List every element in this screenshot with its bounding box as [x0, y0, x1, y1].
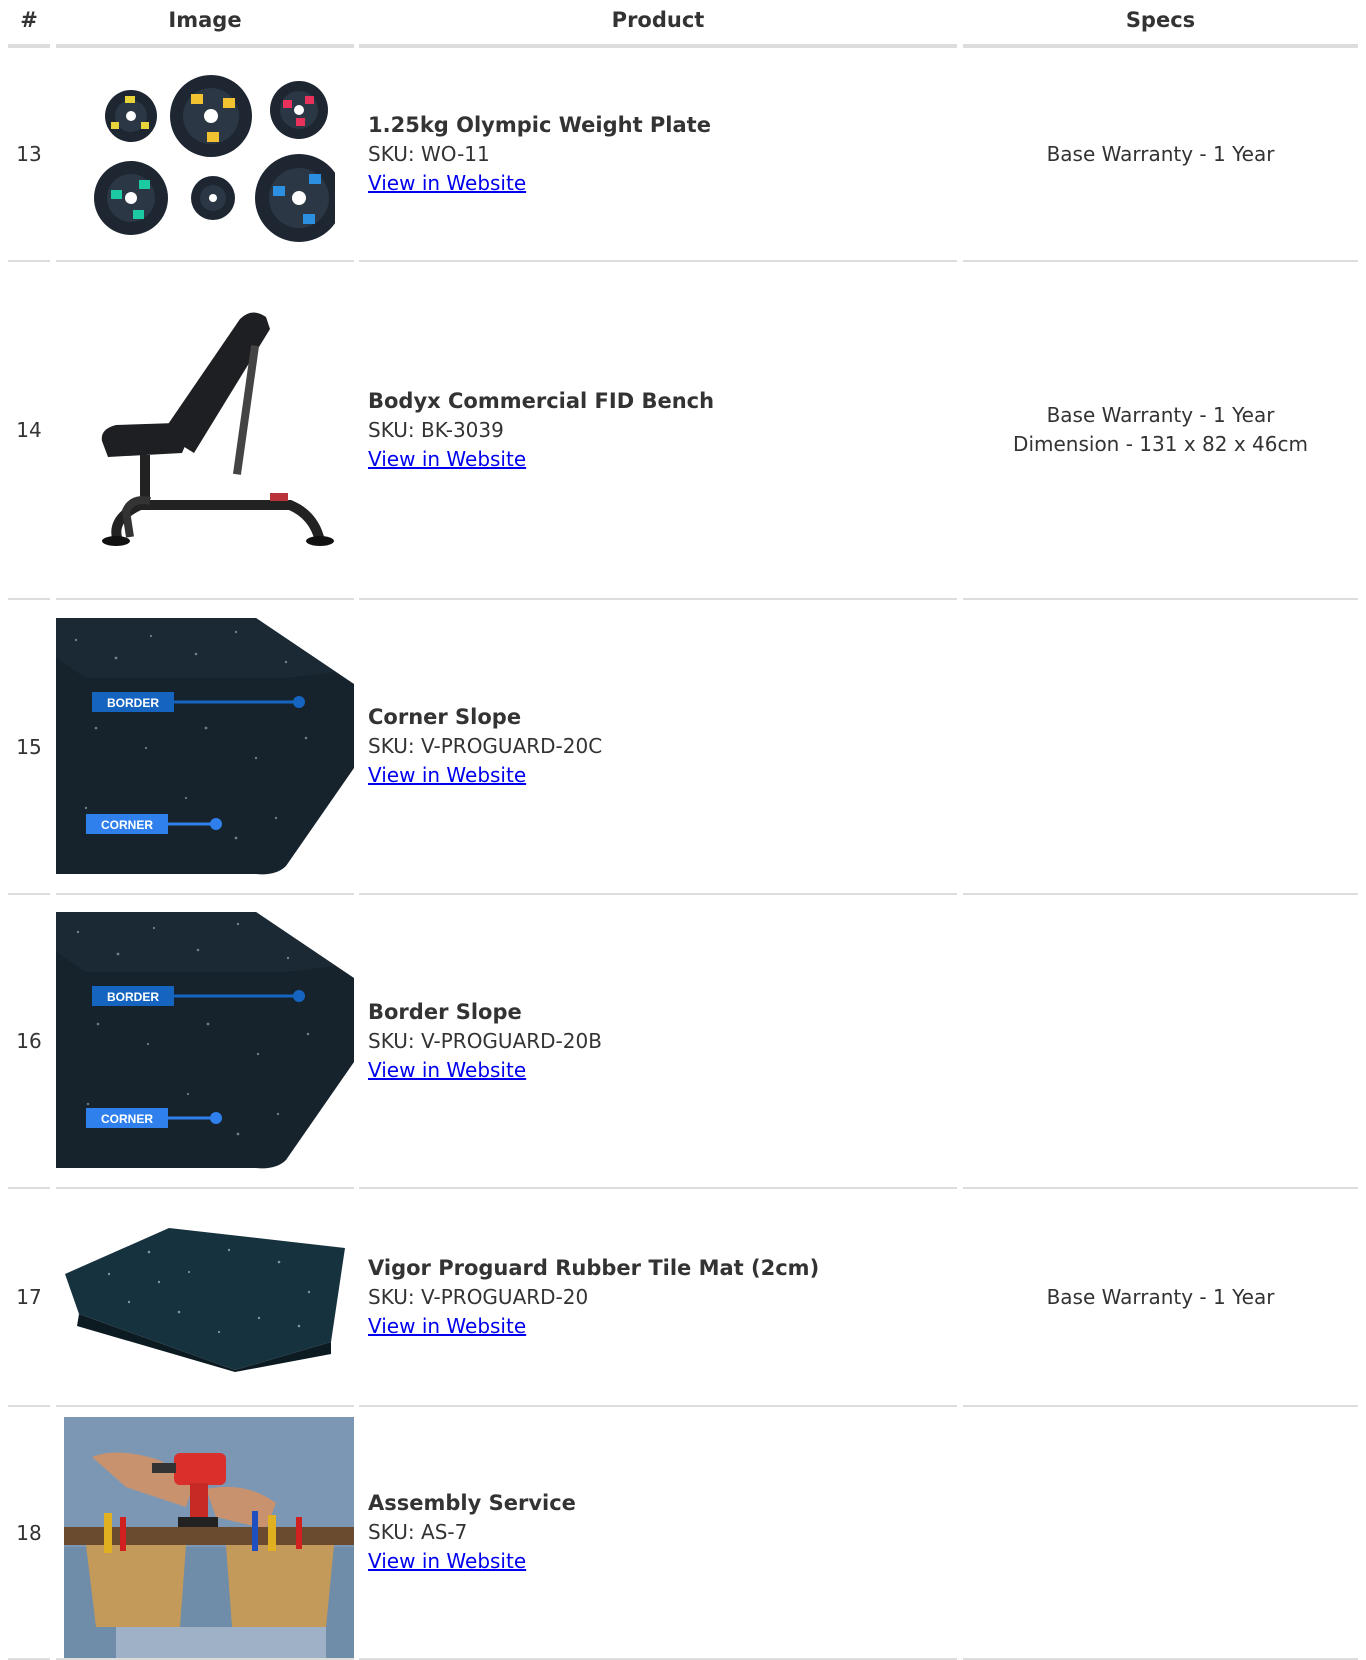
product-sku: SKU: V-PROGUARD-20C [368, 734, 603, 758]
view-in-website-link[interactable]: View in Website [368, 1058, 526, 1082]
product-name: Bodyx Commercial FID Bench [368, 388, 715, 413]
border-slope-image: BORDER CORNER [56, 912, 354, 1169]
row-number: 17 [8, 1189, 50, 1407]
corner-label: CORNER [101, 818, 153, 832]
table-row: 17 Vigor Proguard Rubber Tile Mat (2cm) … [8, 1189, 1358, 1407]
product-specs [963, 895, 1358, 1189]
row-number: 15 [8, 600, 50, 895]
product-info: Vigor Proguard Rubber Tile Mat (2cm) SKU… [359, 1189, 957, 1407]
view-in-website-link[interactable]: View in Website [368, 763, 526, 787]
border-label: BORDER [107, 990, 159, 1004]
corner-label: CORNER [101, 1112, 153, 1126]
weight-plates-image [94, 75, 335, 242]
product-name: 1.25kg Olympic Weight Plate [368, 112, 711, 137]
row-number: 18 [8, 1407, 50, 1660]
product-info: 1.25kg Olympic Weight Plate SKU: WO-11 V… [359, 48, 957, 262]
product-name: Corner Slope [368, 705, 522, 729]
product-sku: SKU: V-PROGUARD-20 [368, 1284, 589, 1309]
row-number: 13 [8, 48, 50, 262]
product-name: Vigor Proguard Rubber Tile Mat (2cm) [368, 1255, 820, 1280]
product-specs: Base Warranty - 1 Year Dimension - 131 x… [963, 262, 1358, 600]
spec-line: Base Warranty - 1 Year [1046, 403, 1275, 427]
product-specs: Base Warranty - 1 Year [963, 48, 1358, 262]
spec-line: Base Warranty - 1 Year [1046, 1284, 1275, 1309]
table-row: 16 BORDER CORNER Border Slope SKU: V-PRO… [8, 895, 1358, 1189]
product-image-cell [56, 262, 354, 600]
spec-line: Base Warranty - 1 Year [1046, 141, 1275, 166]
view-in-website-link[interactable]: View in Website [368, 171, 526, 195]
product-specs [963, 600, 1358, 895]
table-row: 15 BORDER CORNER Corner Slope SKU: V-PRO… [8, 600, 1358, 895]
view-in-website-link[interactable]: View in Website [368, 1314, 526, 1338]
product-image-cell: BORDER CORNER [56, 895, 354, 1189]
header-image: Image [56, 0, 354, 48]
product-specs [963, 1407, 1358, 1660]
table-row: 14 Bodyx Commercial FID Bench SKU: BK-30… [8, 262, 1358, 600]
view-in-website-link[interactable]: View in Website [368, 447, 526, 471]
product-info: Bodyx Commercial FID Bench SKU: BK-3039 … [359, 262, 957, 600]
product-image-cell: BORDER CORNER [56, 600, 354, 895]
product-sku: SKU: V-PROGUARD-20B [368, 1028, 602, 1053]
product-sku: SKU: AS-7 [368, 1520, 468, 1544]
product-info: Corner Slope SKU: V-PROGUARD-20C View in… [359, 600, 957, 895]
corner-slope-image: BORDER CORNER [56, 617, 354, 874]
row-number: 16 [8, 895, 50, 1189]
rubber-tile-mat-image [65, 1228, 345, 1372]
table-row: 13 1.25kg Olympic Weight Plate SKU: WO-1… [8, 48, 1358, 262]
border-label: BORDER [107, 696, 159, 710]
table-row: 18 Assembly Service SKU: AS-7 View in We… [8, 1407, 1358, 1660]
header-specs: Specs [963, 0, 1358, 48]
view-in-website-link[interactable]: View in Website [368, 1549, 526, 1573]
product-info: Border Slope SKU: V-PROGUARD-20B View in… [359, 895, 957, 1189]
product-name: Assembly Service [368, 1491, 576, 1515]
header-product: Product [359, 0, 957, 48]
product-specs: Base Warranty - 1 Year [963, 1189, 1358, 1407]
row-number: 14 [8, 262, 50, 600]
spec-line: Dimension - 131 x 82 x 46cm [1013, 432, 1308, 456]
product-image-cell [56, 1189, 354, 1407]
product-info: Assembly Service SKU: AS-7 View in Websi… [359, 1407, 957, 1660]
header-num: # [8, 0, 50, 48]
product-image-cell [56, 48, 354, 262]
product-sku: SKU: BK-3039 [368, 417, 504, 442]
product-name: Border Slope [368, 999, 522, 1024]
fid-bench-image [101, 312, 334, 546]
product-sku: SKU: WO-11 [368, 141, 490, 166]
table-header: # Image Product Specs [8, 0, 1358, 48]
assembly-service-image [64, 1417, 354, 1658]
product-image-cell [56, 1407, 354, 1660]
